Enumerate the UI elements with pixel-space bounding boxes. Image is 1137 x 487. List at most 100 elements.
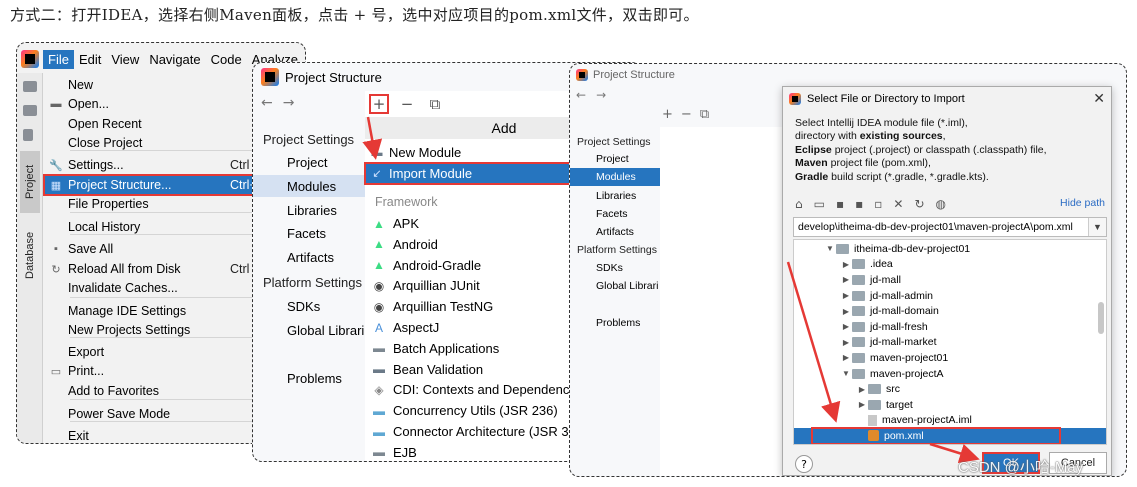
add-icon[interactable]: + (662, 107, 673, 122)
menu-view[interactable]: View (106, 50, 144, 69)
tree-label: jd-mall-market (870, 336, 937, 349)
copy-icon[interactable]: ⧉ (425, 94, 445, 114)
platform-settings-header: Platform Settings (577, 244, 657, 256)
tree-label: jd-mall-admin (870, 289, 934, 302)
chevron-down-icon[interactable]: ▼ (840, 369, 852, 378)
sidebar-item-global-libraries[interactable]: Global Librari (570, 277, 660, 295)
framework-icon: ▬ (373, 362, 385, 377)
chevron-right-icon[interactable]: ▶ (856, 400, 868, 409)
chevron-right-icon[interactable]: ▶ (840, 338, 852, 347)
path-input[interactable]: develop\itheima-db-dev-project01\maven-p… (793, 217, 1107, 237)
dialog-description: Select Intellij IDEA module file (*.iml)… (795, 117, 1105, 184)
sidebar-item-artifacts[interactable]: Artifacts (570, 223, 660, 241)
project-settings-header: Project Settings (263, 132, 355, 147)
tree-row[interactable]: ▶ jd-mall (794, 272, 1106, 288)
home-icon[interactable]: ⌂ (795, 197, 803, 211)
sidebar-item-problems[interactable]: Problems (253, 367, 365, 389)
chevron-right-icon[interactable]: ▶ (840, 353, 852, 362)
chevron-right-icon[interactable]: ▶ (840, 307, 852, 316)
project-folder-icon[interactable]: ▪ (836, 197, 844, 211)
folder-icon (852, 274, 865, 285)
chevron-right-icon[interactable]: ▶ (840, 260, 852, 269)
project-settings-header: Project Settings (577, 136, 651, 148)
framework-label: Bean Validation (393, 361, 484, 377)
framework-label: Android (393, 236, 438, 252)
show-hidden-icon[interactable]: ◍ (936, 197, 946, 211)
tree-label: itheima-db-dev-project01 (854, 242, 971, 255)
folder-icon (868, 399, 881, 410)
sidebar-item-artifacts[interactable]: Artifacts (253, 246, 365, 268)
back-arrow-icon[interactable]: ← (576, 88, 586, 102)
framework-icon: ◉ (373, 278, 385, 293)
remove-button[interactable]: − (397, 94, 417, 114)
tree-row[interactable]: ▶ .idea (794, 257, 1106, 273)
sidebar-item-libraries[interactable]: Libraries (570, 187, 660, 205)
folder-icon (852, 337, 865, 348)
tree-label: maven-projectA (870, 367, 944, 380)
chevron-right-icon[interactable]: ▶ (840, 275, 852, 284)
watermark: CSDN @小哈-May (958, 459, 1084, 476)
sidebar-item-modules[interactable]: Modules (253, 175, 365, 197)
sidebar-item-facets[interactable]: Facets (253, 222, 365, 244)
menu-edit[interactable]: Edit (74, 50, 106, 69)
tree-row[interactable]: maven-projectA.iml (794, 413, 1106, 429)
framework-icon: ▬ (373, 341, 385, 356)
close-icon[interactable]: ✕ (1093, 90, 1105, 107)
framework-label: Android-Gradle (393, 257, 482, 273)
desktop-icon[interactable]: ▭ (814, 197, 825, 211)
tree-row[interactable]: ▶ src (794, 381, 1106, 397)
file-icon (23, 129, 33, 141)
framework-label: Arquillian JUnit (393, 278, 480, 294)
tree-row[interactable]: ▶ jd-mall-domain (794, 303, 1106, 319)
tree-label: jd-mall (870, 273, 901, 286)
sidebar-item-sdks[interactable]: SDKs (570, 259, 660, 277)
menu-file[interactable]: File (43, 49, 74, 69)
copy-icon[interactable]: ⧉ (700, 107, 709, 122)
chevron-down-icon[interactable]: ▼ (824, 244, 836, 253)
menu-navigate[interactable]: Navigate (144, 50, 205, 69)
new-module-label: New Module (389, 145, 462, 160)
tree-row[interactable]: ▶ target (794, 397, 1106, 413)
file-chooser-toolbar: ⌂ ▭ ▪ ▪ ▫ ✕ ↻ ◍ (795, 197, 946, 211)
refresh-icon[interactable]: ↻ (914, 197, 924, 211)
tree-row[interactable]: ▼ itheima-db-dev-project01 (794, 241, 1106, 257)
tree-label: jd-mall-fresh (870, 320, 928, 333)
chevron-right-icon[interactable]: ▶ (840, 291, 852, 300)
tree-row[interactable]: ▶ jd-mall-market (794, 335, 1106, 351)
chevron-right-icon[interactable]: ▶ (856, 385, 868, 394)
sidebar-item-modules[interactable]: Modules (570, 168, 660, 186)
sidebar-item-facets[interactable]: Facets (570, 205, 660, 223)
add-button[interactable]: + (369, 94, 389, 114)
hide-path-link[interactable]: Hide path (1060, 197, 1105, 209)
project-tool-tab[interactable]: Project (20, 151, 40, 213)
framework-label: Connector Architecture (JSR 3 (393, 424, 569, 439)
sidebar-item-global-libraries[interactable]: Global Librari (253, 319, 365, 341)
chevron-down-icon[interactable]: ▼ (1088, 218, 1106, 236)
tree-row[interactable]: ▶ maven-project01 (794, 350, 1106, 366)
tree-row[interactable]: ▶ jd-mall-admin (794, 288, 1106, 304)
framework-label: CDI: Contexts and Dependenc (393, 382, 570, 398)
sidebar-item-sdks[interactable]: SDKs (253, 295, 365, 317)
chevron-right-icon[interactable]: ▶ (840, 322, 852, 331)
tree-label: maven-project01 (870, 351, 949, 364)
tree-row[interactable]: ▶ jd-mall-fresh (794, 319, 1106, 335)
sidebar-item-project[interactable]: Project (570, 150, 660, 168)
dialog-title: Select File or Directory to Import (807, 93, 965, 105)
desc-line: Eclipse project (.project) or classpath … (795, 143, 1047, 156)
module-folder-icon[interactable]: ▪ (855, 197, 863, 211)
platform-settings-header: Platform Settings (263, 275, 362, 290)
menu-code[interactable]: Code (206, 50, 247, 69)
sidebar-item-problems[interactable]: Problems (570, 314, 660, 332)
help-button[interactable]: ? (795, 455, 813, 473)
new-folder-icon[interactable]: ▫ (874, 197, 882, 211)
tree-row[interactable]: ▼ maven-projectA (794, 366, 1106, 382)
folder-icon (852, 321, 865, 332)
remove-icon[interactable]: − (681, 107, 692, 122)
dialog-title-bar: Select File or Directory to Import ✕ (783, 87, 1113, 111)
intellij-logo-icon (576, 69, 588, 81)
database-tool-tab[interactable]: Database (20, 223, 40, 287)
delete-icon[interactable]: ✕ (893, 197, 903, 211)
sidebar-item-libraries[interactable]: Libraries (253, 199, 365, 221)
forward-arrow-icon[interactable]: → (596, 88, 606, 102)
sidebar-item-project[interactable]: Project (253, 151, 365, 173)
